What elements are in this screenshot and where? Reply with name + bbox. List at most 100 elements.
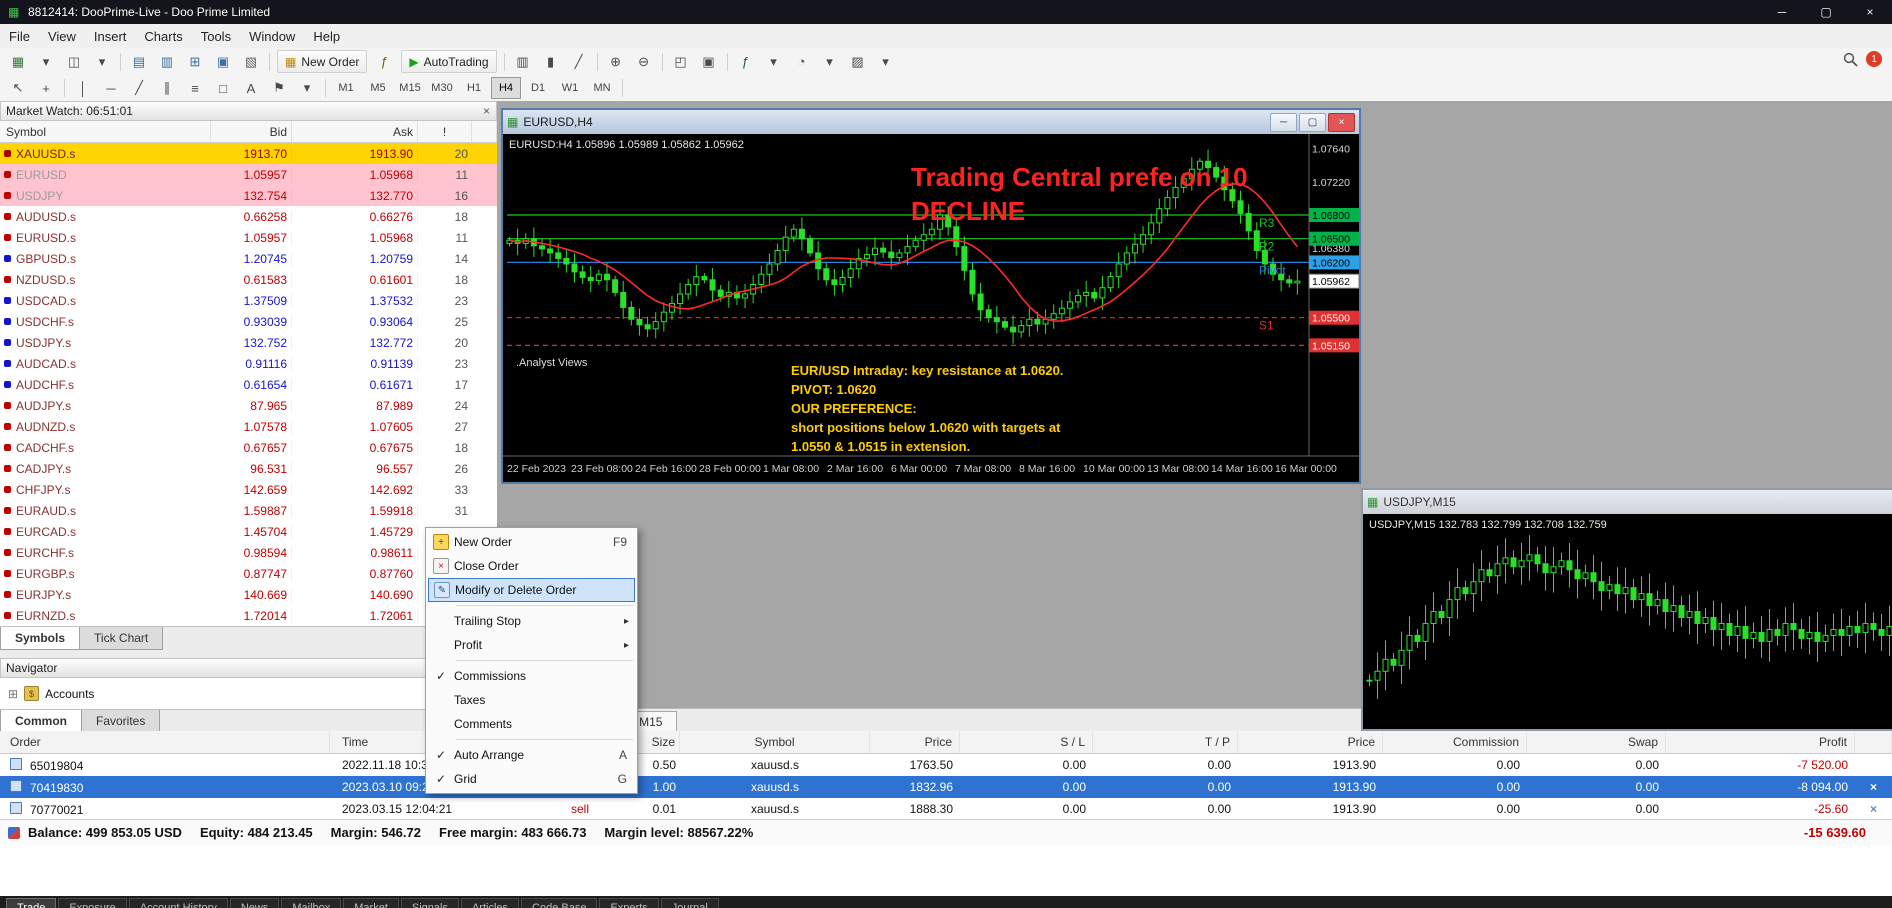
terminal-column-price[interactable]: Price (1238, 731, 1383, 753)
menu-item-insert[interactable]: Insert (85, 26, 136, 47)
new-chart-dropdown-icon[interactable]: ▾ (33, 51, 59, 73)
context-menu-item-trailing-stop[interactable]: Trailing Stop▸ (426, 609, 637, 633)
market-watch-row[interactable]: AUDCHF.s0.616540.6167117 (0, 374, 497, 395)
tab-symbols[interactable]: Symbols (0, 627, 80, 650)
candlestick-icon[interactable]: ▮ (538, 51, 564, 73)
order-row[interactable]: 707700212023.03.15 12:04:21sell0.01xauus… (0, 798, 1892, 820)
templates-icon[interactable]: ▨ (845, 51, 871, 73)
terminal-icon[interactable]: ▣ (210, 51, 236, 73)
periods-dropdown-icon[interactable]: ▾ (817, 51, 843, 73)
column-bid[interactable]: Bid (211, 121, 292, 142)
close-button[interactable]: × (1848, 0, 1892, 24)
timeframe-m5[interactable]: M5 (363, 77, 393, 99)
context-menu-item-comments[interactable]: Comments (426, 712, 637, 736)
terminal-column-order[interactable]: Order (0, 731, 330, 753)
context-menu-item-commissions[interactable]: ✓Commissions (426, 664, 637, 688)
menu-item-charts[interactable]: Charts (135, 26, 191, 47)
text-icon[interactable]: A (238, 77, 264, 99)
context-menu-item-profit[interactable]: Profit▸ (426, 633, 637, 657)
terminal-tab-news[interactable]: News (230, 898, 280, 908)
market-watch-row[interactable]: EURGBP.s0.877470.87760 (0, 563, 497, 584)
terminal-column-swap[interactable]: Swap (1527, 731, 1666, 753)
line-chart-icon[interactable]: ╱ (566, 51, 592, 73)
eurusd-window-titlebar[interactable]: ▦ EURUSD,H4 ─ ▢ × (503, 110, 1359, 134)
order-close-button[interactable]: × (1855, 802, 1892, 816)
market-watch-row[interactable]: USDCHF.s0.930390.9306425 (0, 311, 497, 332)
market-watch-row[interactable]: EURUSD.s1.059571.0596811 (0, 227, 497, 248)
data-window-icon[interactable]: ▥ (154, 51, 180, 73)
context-menu-item-close-order[interactable]: ×Close Order (426, 554, 637, 578)
order-row[interactable]: 704198302023.03.10 09:20:15sell1.00xauus… (0, 776, 1892, 798)
market-watch-row[interactable]: CHFJPY.s142.659142.69233 (0, 479, 497, 500)
menu-item-tools[interactable]: Tools (192, 26, 240, 47)
shapes-icon[interactable]: □ (210, 77, 236, 99)
eurusd-chart-canvas[interactable]: R3R2PivotS11.076401.072201.063801.068001… (503, 134, 1359, 482)
tab-tick-chart[interactable]: Tick Chart (79, 627, 163, 650)
terminal-tab-market[interactable]: Market (343, 898, 399, 908)
strategy-tester-icon[interactable]: ▧ (238, 51, 264, 73)
timeframe-mn[interactable]: MN (587, 77, 617, 99)
tab-common[interactable]: Common (0, 710, 82, 733)
market-watch-row[interactable]: XAUUSD.s1913.701913.9020 (0, 143, 497, 164)
context-menu-item-new-order[interactable]: +New OrderF9 (426, 530, 637, 554)
timeframe-m30[interactable]: M30 (427, 77, 457, 99)
timeframe-h4[interactable]: H4 (491, 77, 521, 99)
autotrading-button[interactable]: ▶ AutoTrading (401, 50, 496, 73)
usdjpy-chart-canvas[interactable]: USDJPY,M15 132.783 132.799 132.708 132.7… (1363, 514, 1892, 729)
maximize-button[interactable]: ▢ (1804, 0, 1848, 24)
market-watch-row[interactable]: CADJPY.s96.53196.55726 (0, 458, 497, 479)
terminal-tab-mailbox[interactable]: Mailbox (281, 898, 341, 908)
market-watch-row[interactable]: NZDUSD.s0.615830.6160118 (0, 269, 497, 290)
templates-dropdown-icon[interactable]: ▾ (873, 51, 899, 73)
indicators-dropdown-icon[interactable]: ▾ (761, 51, 787, 73)
terminal-tab-articles[interactable]: Articles (461, 898, 519, 908)
market-watch-row[interactable]: AUDJPY.s87.96587.98924 (0, 395, 497, 416)
chart-minimize-button[interactable]: ─ (1270, 113, 1297, 132)
terminal-tab-trade[interactable]: Trade (6, 898, 56, 908)
timeframe-w1[interactable]: W1 (555, 77, 585, 99)
tile-windows-icon[interactable]: ◰ (668, 51, 694, 73)
menu-item-help[interactable]: Help (304, 26, 349, 47)
market-watch-row[interactable]: USDCAD.s1.375091.3753223 (0, 290, 497, 311)
terminal-tab-exposure[interactable]: Exposure (58, 898, 126, 908)
terminal-column-profit[interactable]: Profit (1666, 731, 1855, 753)
experts-icon[interactable]: ƒ (371, 51, 397, 73)
terminal-column-sl[interactable]: S / L (960, 731, 1093, 753)
market-watch-row[interactable]: AUDNZD.s1.075781.0760527 (0, 416, 497, 437)
order-row[interactable]: 650198042022.11.18 10:30.50xauusd.s1763.… (0, 754, 1892, 776)
timeframe-m1[interactable]: M1 (331, 77, 361, 99)
market-watch-row[interactable]: EURUSD1.059571.0596811 (0, 164, 497, 185)
zoom-out-icon[interactable]: ⊖ (631, 51, 657, 73)
terminal-column-tp[interactable]: T / P (1093, 731, 1238, 753)
fibonacci-icon[interactable]: ≡ (182, 77, 208, 99)
context-menu-item-taxes[interactable]: Taxes (426, 688, 637, 712)
notification-badge[interactable]: 1 (1866, 51, 1882, 67)
market-watch-row[interactable]: USDJPY132.754132.77016 (0, 185, 497, 206)
new-chart-icon[interactable]: ▦ (5, 51, 31, 73)
market-watch-row[interactable]: EURJPY.s140.669140.690 (0, 584, 497, 605)
cascade-windows-icon[interactable]: ▣ (696, 51, 722, 73)
terminal-tab-account-history[interactable]: Account History (129, 898, 228, 908)
terminal-tab-code-base[interactable]: Code Base (521, 898, 597, 908)
menu-item-view[interactable]: View (39, 26, 85, 47)
horizontal-line-icon[interactable]: ─ (98, 77, 124, 99)
tree-item-accounts[interactable]: Accounts (45, 687, 94, 701)
profiles-dropdown-icon[interactable]: ▾ (89, 51, 115, 73)
navigator-icon[interactable]: ⊞ (182, 51, 208, 73)
tab-favorites[interactable]: Favorites (81, 710, 160, 733)
trendline-icon[interactable]: ╱ (126, 77, 152, 99)
menu-item-file[interactable]: File (0, 26, 39, 47)
usdjpy-window-titlebar[interactable]: ▦ USDJPY,M15 (1363, 490, 1892, 514)
context-menu-item-modify-or-delete-order[interactable]: ✎Modify or Delete Order (428, 578, 635, 602)
indicators-icon[interactable]: ƒ (733, 51, 759, 73)
vertical-line-icon[interactable]: │ (70, 77, 96, 99)
context-menu-item-grid[interactable]: ✓GridG (426, 767, 637, 791)
market-watch-row[interactable]: EURCHF.s0.985940.98611 (0, 542, 497, 563)
bar-chart-icon[interactable]: ▥ (510, 51, 536, 73)
column-spread[interactable]: ! (418, 121, 472, 142)
terminal-tab-journal[interactable]: Journal (661, 898, 719, 908)
context-menu-item-auto-arrange[interactable]: ✓Auto ArrangeA (426, 743, 637, 767)
market-watch-row[interactable]: AUDCAD.s0.911160.9113923 (0, 353, 497, 374)
new-order-button[interactable]: ▦ New Order (277, 50, 367, 73)
terminal-tab-experts[interactable]: Experts (599, 898, 658, 908)
